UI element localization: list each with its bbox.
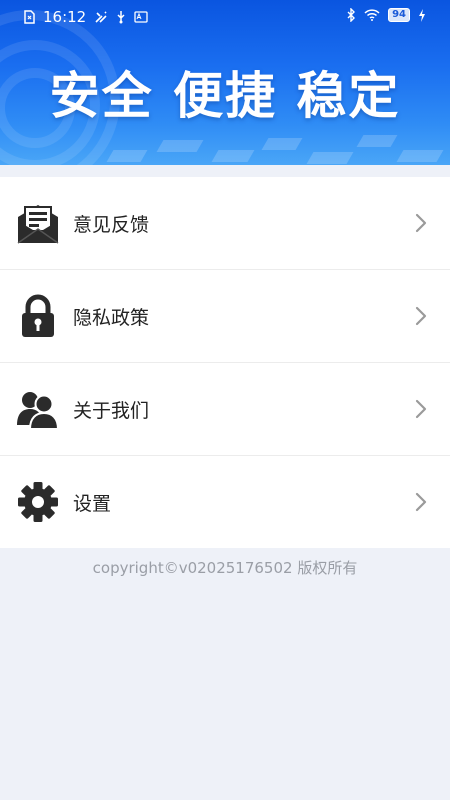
menu-item-privacy-policy[interactable]: 隐私政策 (0, 270, 450, 363)
tools-icon (94, 10, 108, 24)
menu-item-label: 意见反馈 (73, 213, 150, 236)
chevron-right-icon (415, 399, 427, 419)
bluetooth-icon (347, 8, 356, 22)
menu-item-label: 关于我们 (73, 399, 150, 422)
banner-tile-decoration (261, 138, 303, 150)
banner-slogan: 安全 便捷 稳定 (49, 67, 401, 125)
lock-icon (16, 294, 60, 338)
menu-item-settings[interactable]: 设置 (0, 456, 450, 548)
charging-icon (418, 8, 426, 22)
sim-card-icon (24, 10, 35, 24)
menu-item-label: 设置 (73, 492, 112, 515)
banner-tile-decoration (396, 150, 444, 162)
chevron-right-icon (415, 306, 427, 326)
menu-list: 意见反馈 隐私政策 关于我们 设置 (0, 177, 450, 548)
menu-item-about-us[interactable]: 关于我们 (0, 363, 450, 456)
banner-tile-decoration (306, 152, 354, 164)
banner-tile-decoration (106, 150, 148, 162)
menu-item-feedback[interactable]: 意见反馈 (0, 177, 450, 270)
usb-icon (116, 10, 126, 24)
banner-tile-decoration (356, 135, 398, 147)
gear-icon (16, 480, 60, 524)
translate-icon (134, 11, 148, 23)
status-bar: 16:12 94 (0, 0, 450, 34)
banner-tile-decoration (211, 150, 255, 162)
wifi-icon (364, 9, 380, 21)
users-icon (16, 387, 60, 431)
battery-indicator: 94 (388, 8, 410, 22)
status-time: 16:12 (43, 8, 87, 26)
chevron-right-icon (415, 492, 427, 512)
menu-item-label: 隐私政策 (73, 306, 150, 329)
chevron-right-icon (415, 213, 427, 233)
banner-tile-decoration (156, 140, 204, 152)
header-banner: 16:12 94 安全 便捷 稳定 (0, 0, 450, 165)
feedback-envelope-icon (16, 201, 60, 245)
copyright-text: copyright©v02025176502 版权所有 (92, 559, 358, 577)
